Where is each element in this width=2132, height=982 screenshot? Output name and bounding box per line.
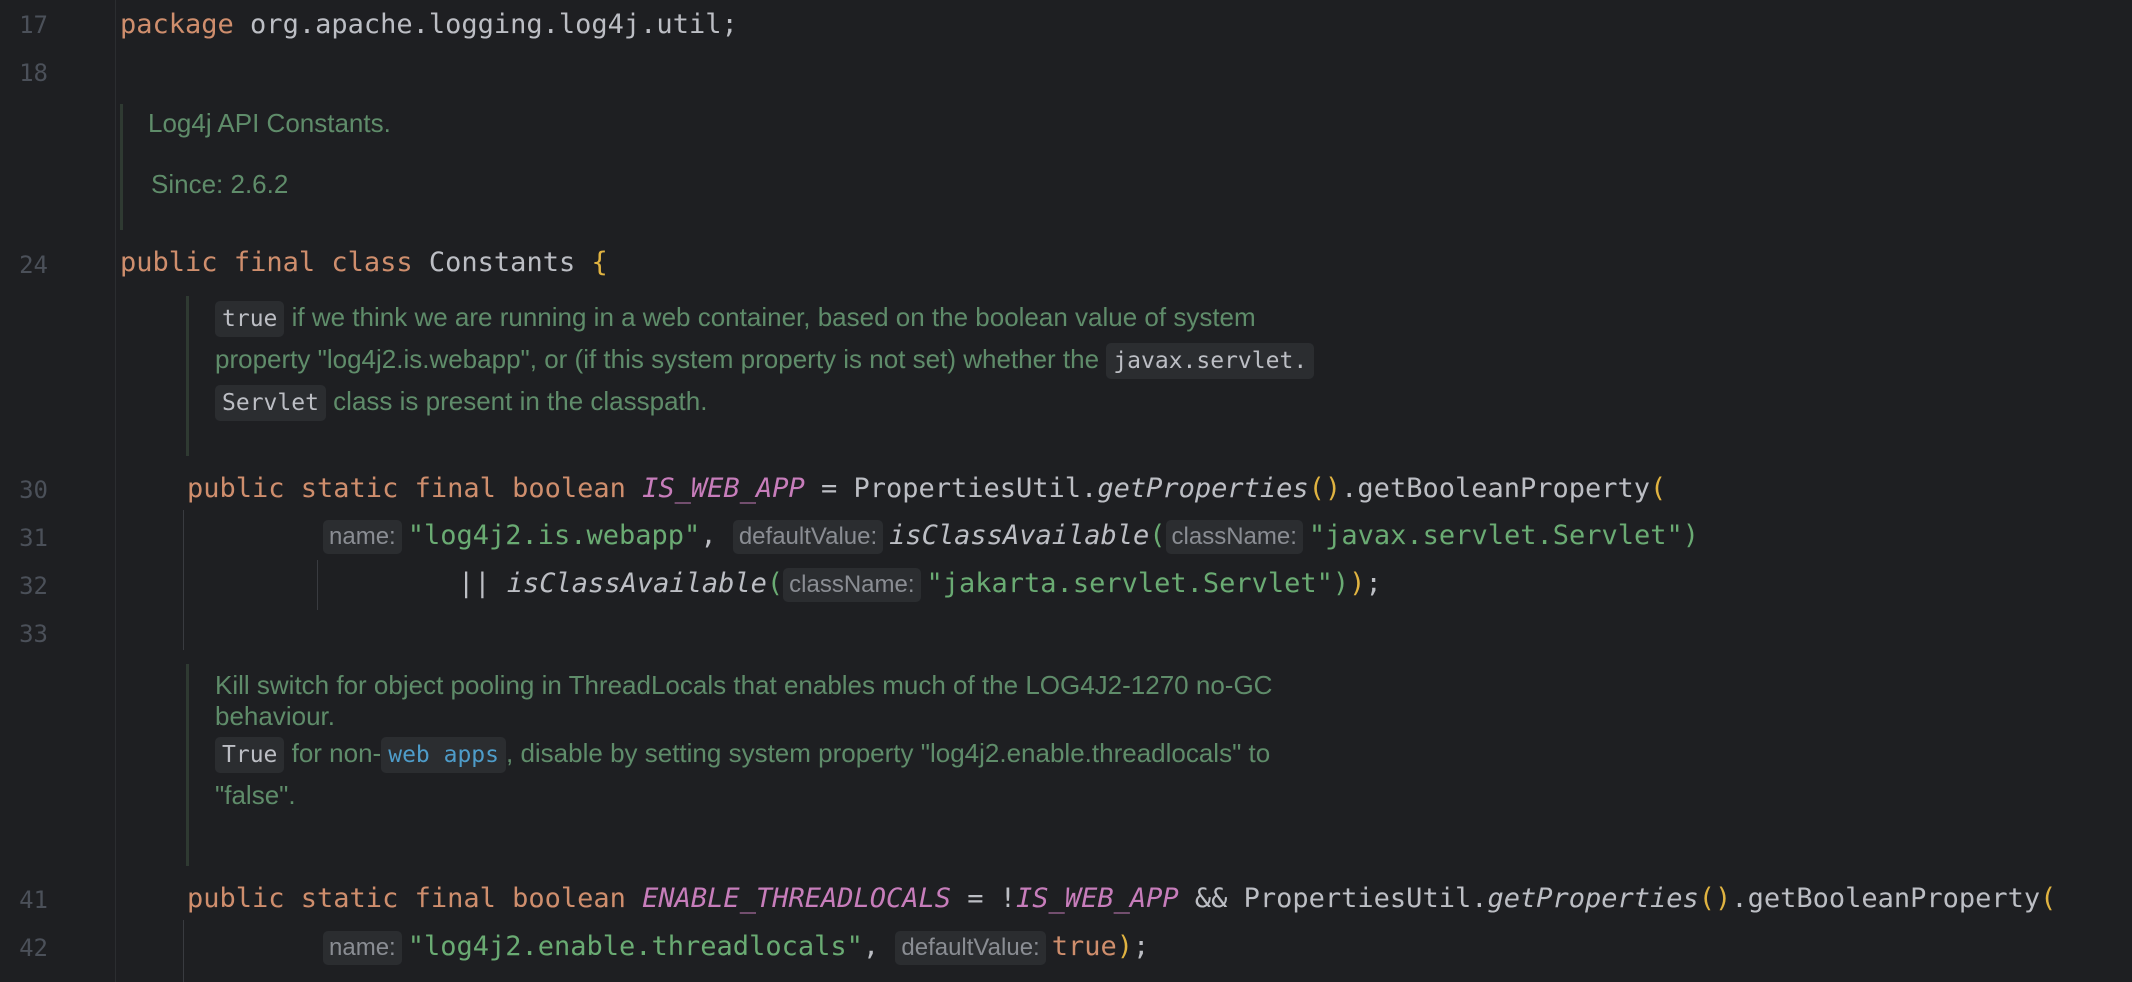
doc-comment-enable-threadlocals: Kill switch for object pooling in Thread…	[186, 664, 1489, 866]
line-number: 17	[19, 11, 48, 39]
method-name: isClassAvailable	[506, 568, 767, 599]
line-number: 32	[19, 572, 48, 600]
indent-guide	[183, 920, 184, 982]
keyword: final	[233, 247, 316, 278]
method-call: .getBooleanProperty	[1731, 883, 2041, 914]
line-number: 41	[19, 886, 48, 914]
parameter-hint: name:	[323, 931, 402, 965]
parameter-hint: name:	[323, 520, 402, 554]
code-line-31[interactable]: name: "log4j2.is.webapp", defaultValue: is…	[323, 519, 1699, 554]
doc-text: class is present in the classpath.	[325, 386, 708, 416]
brace: {	[591, 247, 608, 278]
line-number: 24	[19, 251, 48, 279]
field-name: IS_WEB_APP	[1016, 883, 1179, 914]
doc-summary: Log4j API Constants.	[148, 108, 391, 138]
doc-text: property "log4j2.is.webapp", or (if this…	[215, 344, 1107, 374]
method-name: isClassAvailable	[889, 520, 1150, 551]
string-literal: "jakarta.servlet.Servlet"	[926, 568, 1333, 599]
method-call: .getBooleanProperty	[1341, 473, 1651, 504]
doc-line: property "log4j2.is.webapp", or (if this…	[215, 342, 1315, 379]
semicolon: ;	[1133, 931, 1150, 962]
code-text: = !	[951, 883, 1017, 914]
parameter-hint: defaultValue:	[895, 931, 1046, 965]
doc-line: true if we think we are running in a web…	[215, 300, 1256, 337]
modifiers: public static final boolean	[187, 883, 643, 914]
code-chip: true	[215, 301, 285, 337]
doc-text: if we think we are running in a web cont…	[284, 302, 1256, 332]
parameter-hint: className:	[1165, 520, 1303, 554]
paren: )	[1682, 520, 1700, 551]
code-line-30[interactable]: public static final boolean IS_WEB_APP =…	[187, 472, 1666, 506]
field-name: IS_WEB_APP	[642, 473, 805, 504]
paren: (	[1149, 520, 1166, 551]
paren: ()	[1698, 883, 1732, 914]
doc-line: True for non-web apps, disable by settin…	[215, 736, 1270, 773]
string-literal: "log4j2.is.webapp"	[407, 520, 701, 551]
doc-line: "false".	[215, 780, 296, 810]
class-name: Constants	[428, 247, 576, 278]
paren: ()	[1308, 473, 1342, 504]
code-line-17[interactable]: package org.apache.logging.log4j.util;	[120, 8, 738, 42]
doc-since: Since: 2.6.2	[151, 169, 289, 199]
code-text: ,	[700, 520, 733, 551]
doc-link[interactable]: web apps	[381, 737, 506, 773]
paren: (	[2040, 883, 2057, 914]
doc-comment-class: Log4j API Constants. Since: 2.6.2	[120, 104, 523, 230]
package-name: org.apache.logging.log4j.util;	[233, 9, 738, 40]
code-line-42[interactable]: name: "log4j2.enable.threadlocals", defau…	[323, 930, 1149, 965]
line-number: 31	[19, 524, 48, 552]
indent-guide	[317, 560, 318, 610]
paren: )	[1116, 931, 1133, 962]
method-name: getProperties	[1487, 883, 1699, 914]
doc-text: for non-	[284, 738, 382, 768]
doc-line: Kill switch for object pooling in Thread…	[215, 670, 1273, 700]
operator: ||	[458, 568, 507, 599]
keyword: class	[331, 247, 413, 278]
modifiers: public static final boolean	[187, 473, 643, 504]
boolean-literal: true	[1051, 931, 1117, 962]
parameter-hint: className:	[783, 568, 921, 602]
code-editor[interactable]: 17 18 24 30 31 32 33 41 42 package org.a…	[0, 0, 2132, 982]
semicolon: ;	[1365, 568, 1382, 599]
doc-comment-is-web-app: true if we think we are running in a web…	[186, 296, 1489, 456]
code-line-24[interactable]: public final class Constants {	[120, 246, 608, 280]
line-number: 33	[19, 620, 48, 648]
doc-line: behaviour.	[215, 701, 335, 731]
field-name: ENABLE_THREADLOCALS	[642, 883, 952, 914]
code-text: && PropertiesUtil.	[1178, 883, 1488, 914]
code-chip: True	[215, 737, 285, 773]
paren: (	[766, 568, 784, 599]
paren: )	[1349, 568, 1366, 599]
doc-line: Servlet class is present in the classpat…	[215, 384, 707, 421]
line-number: 30	[19, 476, 48, 504]
keyword: public	[120, 247, 218, 278]
code-line-32[interactable]: || isClassAvailable(className: "jakarta.s…	[458, 567, 1382, 602]
string-literal: "javax.servlet.Servlet"	[1308, 520, 1683, 551]
code-text: ,	[862, 931, 896, 962]
string-literal: "log4j2.enable.threadlocals"	[407, 931, 863, 962]
keyword: package	[120, 9, 234, 40]
code-line-41[interactable]: public static final boolean ENABLE_THREA…	[187, 882, 2056, 916]
code-text: = PropertiesUtil.	[804, 473, 1098, 504]
indent-guide	[183, 510, 184, 650]
code-chip: Servlet	[215, 385, 326, 421]
method-name: getProperties	[1097, 473, 1309, 504]
doc-text: , disable by setting system property "lo…	[506, 738, 1271, 768]
line-number: 42	[19, 934, 48, 962]
paren: )	[1332, 568, 1350, 599]
paren: (	[1650, 473, 1667, 504]
gutter-separator	[115, 0, 116, 982]
line-number: 18	[19, 59, 48, 87]
code-chip: javax.servlet.	[1106, 343, 1315, 379]
parameter-hint: defaultValue:	[732, 520, 884, 554]
